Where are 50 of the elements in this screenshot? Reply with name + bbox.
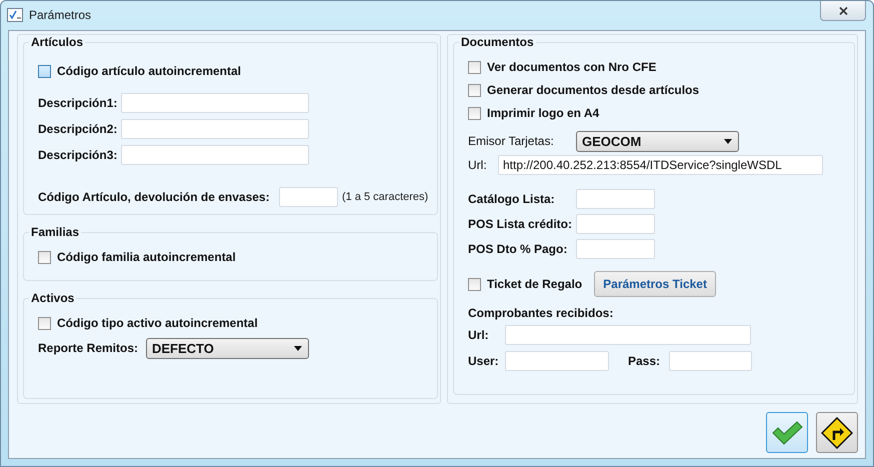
cancel-button[interactable] — [816, 412, 858, 453]
checkbox[interactable]: Imprimir logo en A4 — [468, 106, 600, 120]
text-field[interactable] — [576, 214, 655, 234]
text-field[interactable] — [576, 189, 655, 209]
field-label: Descripción1: — [38, 96, 118, 110]
checkbox[interactable]: Código familia autoincremental — [38, 250, 236, 264]
field-label: Emisor Tarjetas: — [468, 134, 555, 148]
field-label: Reporte Remitos: — [38, 341, 140, 355]
dropdown-arrow-icon — [294, 346, 302, 350]
field-label: Url: — [468, 328, 490, 342]
text-field[interactable] — [121, 93, 309, 113]
close-button[interactable] — [820, 1, 866, 21]
field-label: Descripción3: — [38, 148, 118, 162]
close-icon — [838, 6, 848, 14]
hint-text: (1 a 5 caracteres) — [342, 191, 428, 203]
text-field[interactable] — [504, 325, 751, 345]
field-label: POS Dto % Pago: — [468, 242, 568, 256]
turn-sign-icon — [821, 416, 853, 448]
group-title: Documentos — [460, 35, 535, 49]
checkbox[interactable]: Ticket de Regalo — [468, 277, 582, 291]
url-field[interactable]: http://200.40.252.213:8554/ITDService?singleWSDL — [498, 155, 823, 175]
text-field[interactable] — [279, 187, 338, 207]
text-field[interactable] — [668, 351, 752, 371]
checkbox[interactable]: Código tipo activo autoincremental — [38, 316, 258, 330]
section-label: Comprobantes recibidos: — [468, 306, 614, 320]
text-field[interactable] — [121, 119, 309, 139]
field-label: Código Artículo, devolución de envases: — [38, 190, 271, 204]
text-field[interactable] — [121, 145, 309, 165]
field-label: User: — [468, 354, 500, 368]
card-issuer-dropdown[interactable]: GEOCOM — [576, 130, 739, 152]
checklist-icon — [7, 7, 23, 22]
window-title: Parámetros — [29, 7, 92, 23]
text-field[interactable] — [576, 239, 655, 259]
text-field[interactable] — [504, 351, 609, 371]
report-dropdown[interactable]: DEFECTO — [146, 338, 309, 358]
group-title: Artículos — [30, 35, 84, 49]
field-label: Pass: — [628, 354, 662, 368]
field-label: POS Lista crédito: — [468, 217, 574, 231]
field-label: Url: — [468, 158, 488, 172]
group-title: Familias — [30, 225, 80, 239]
field-label: Descripción2: — [38, 122, 118, 136]
field-label: Catálogo Lista: — [468, 192, 556, 206]
accept-button[interactable] — [766, 412, 808, 453]
ticket-settings-button[interactable]: Parámetros Ticket — [594, 271, 716, 297]
group-title: Activos — [30, 291, 76, 305]
checkbox[interactable]: Generar documentos desde artículos — [468, 83, 700, 97]
checkbox[interactable]: Ver documentos con Nro CFE — [468, 60, 656, 74]
checkmark-icon — [771, 420, 803, 444]
dropdown-arrow-icon — [724, 138, 732, 144]
checkbox[interactable]: Código artículo autoincremental — [38, 64, 242, 78]
